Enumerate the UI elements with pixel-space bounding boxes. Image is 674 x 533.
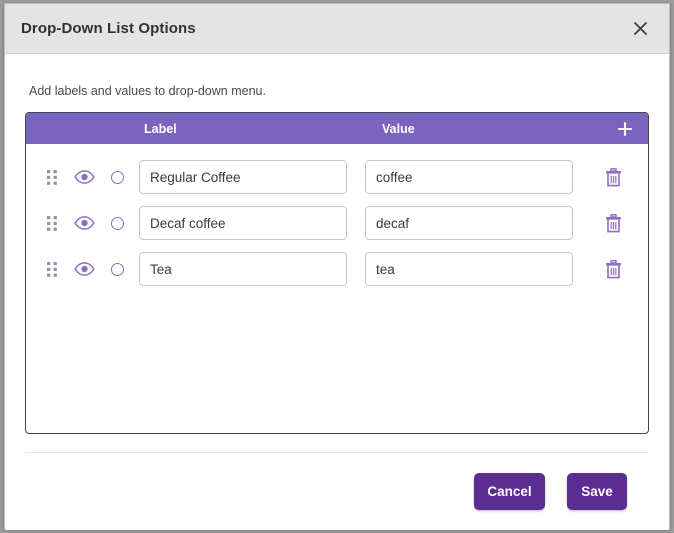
save-button[interactable]: Save: [567, 473, 627, 510]
radio-button-icon[interactable]: [107, 259, 127, 279]
close-icon[interactable]: [625, 14, 655, 44]
instructions-text: Add labels and values to drop-down menu.: [29, 84, 266, 98]
drag-handle-icon[interactable]: [42, 259, 62, 279]
column-header-label: Label: [144, 121, 177, 136]
drag-handle-icon[interactable]: [42, 167, 62, 187]
radio-ring: [110, 262, 124, 276]
options-table-header: Label Value: [26, 113, 648, 144]
radio-ring: [110, 170, 124, 184]
screen-root: Drop-Down List Options Add labels and va…: [0, 0, 674, 533]
dialog-titlebar: Drop-Down List Options: [5, 4, 669, 54]
label-input[interactable]: [139, 160, 347, 194]
eye-icon[interactable]: [72, 212, 96, 234]
drag-handle-icon[interactable]: [42, 213, 62, 233]
trash-icon[interactable]: [600, 211, 626, 235]
value-input[interactable]: [365, 206, 573, 240]
label-input[interactable]: [139, 252, 347, 286]
radio-button-icon[interactable]: [107, 167, 127, 187]
dialog-body: Add labels and values to drop-down menu.…: [5, 54, 669, 530]
drop-down-list-options-dialog: Drop-Down List Options Add labels and va…: [4, 3, 670, 530]
options-table: Label Value: [25, 112, 649, 434]
options-row-list: [26, 144, 648, 292]
trash-icon[interactable]: [600, 257, 626, 281]
cancel-button[interactable]: Cancel: [474, 473, 545, 510]
plus-icon[interactable]: [614, 118, 636, 140]
eye-icon[interactable]: [72, 258, 96, 280]
column-header-value: Value: [382, 121, 415, 136]
dialog-title: Drop-Down List Options: [21, 20, 196, 37]
radio-ring: [110, 216, 124, 230]
radio-button-icon[interactable]: [107, 213, 127, 233]
table-row: [26, 246, 648, 292]
table-row: [26, 154, 648, 200]
value-input[interactable]: [365, 160, 573, 194]
eye-icon[interactable]: [72, 166, 96, 188]
table-row: [26, 200, 648, 246]
value-input[interactable]: [365, 252, 573, 286]
trash-icon[interactable]: [600, 165, 626, 189]
dialog-footer: Cancel Save: [25, 452, 649, 530]
label-input[interactable]: [139, 206, 347, 240]
